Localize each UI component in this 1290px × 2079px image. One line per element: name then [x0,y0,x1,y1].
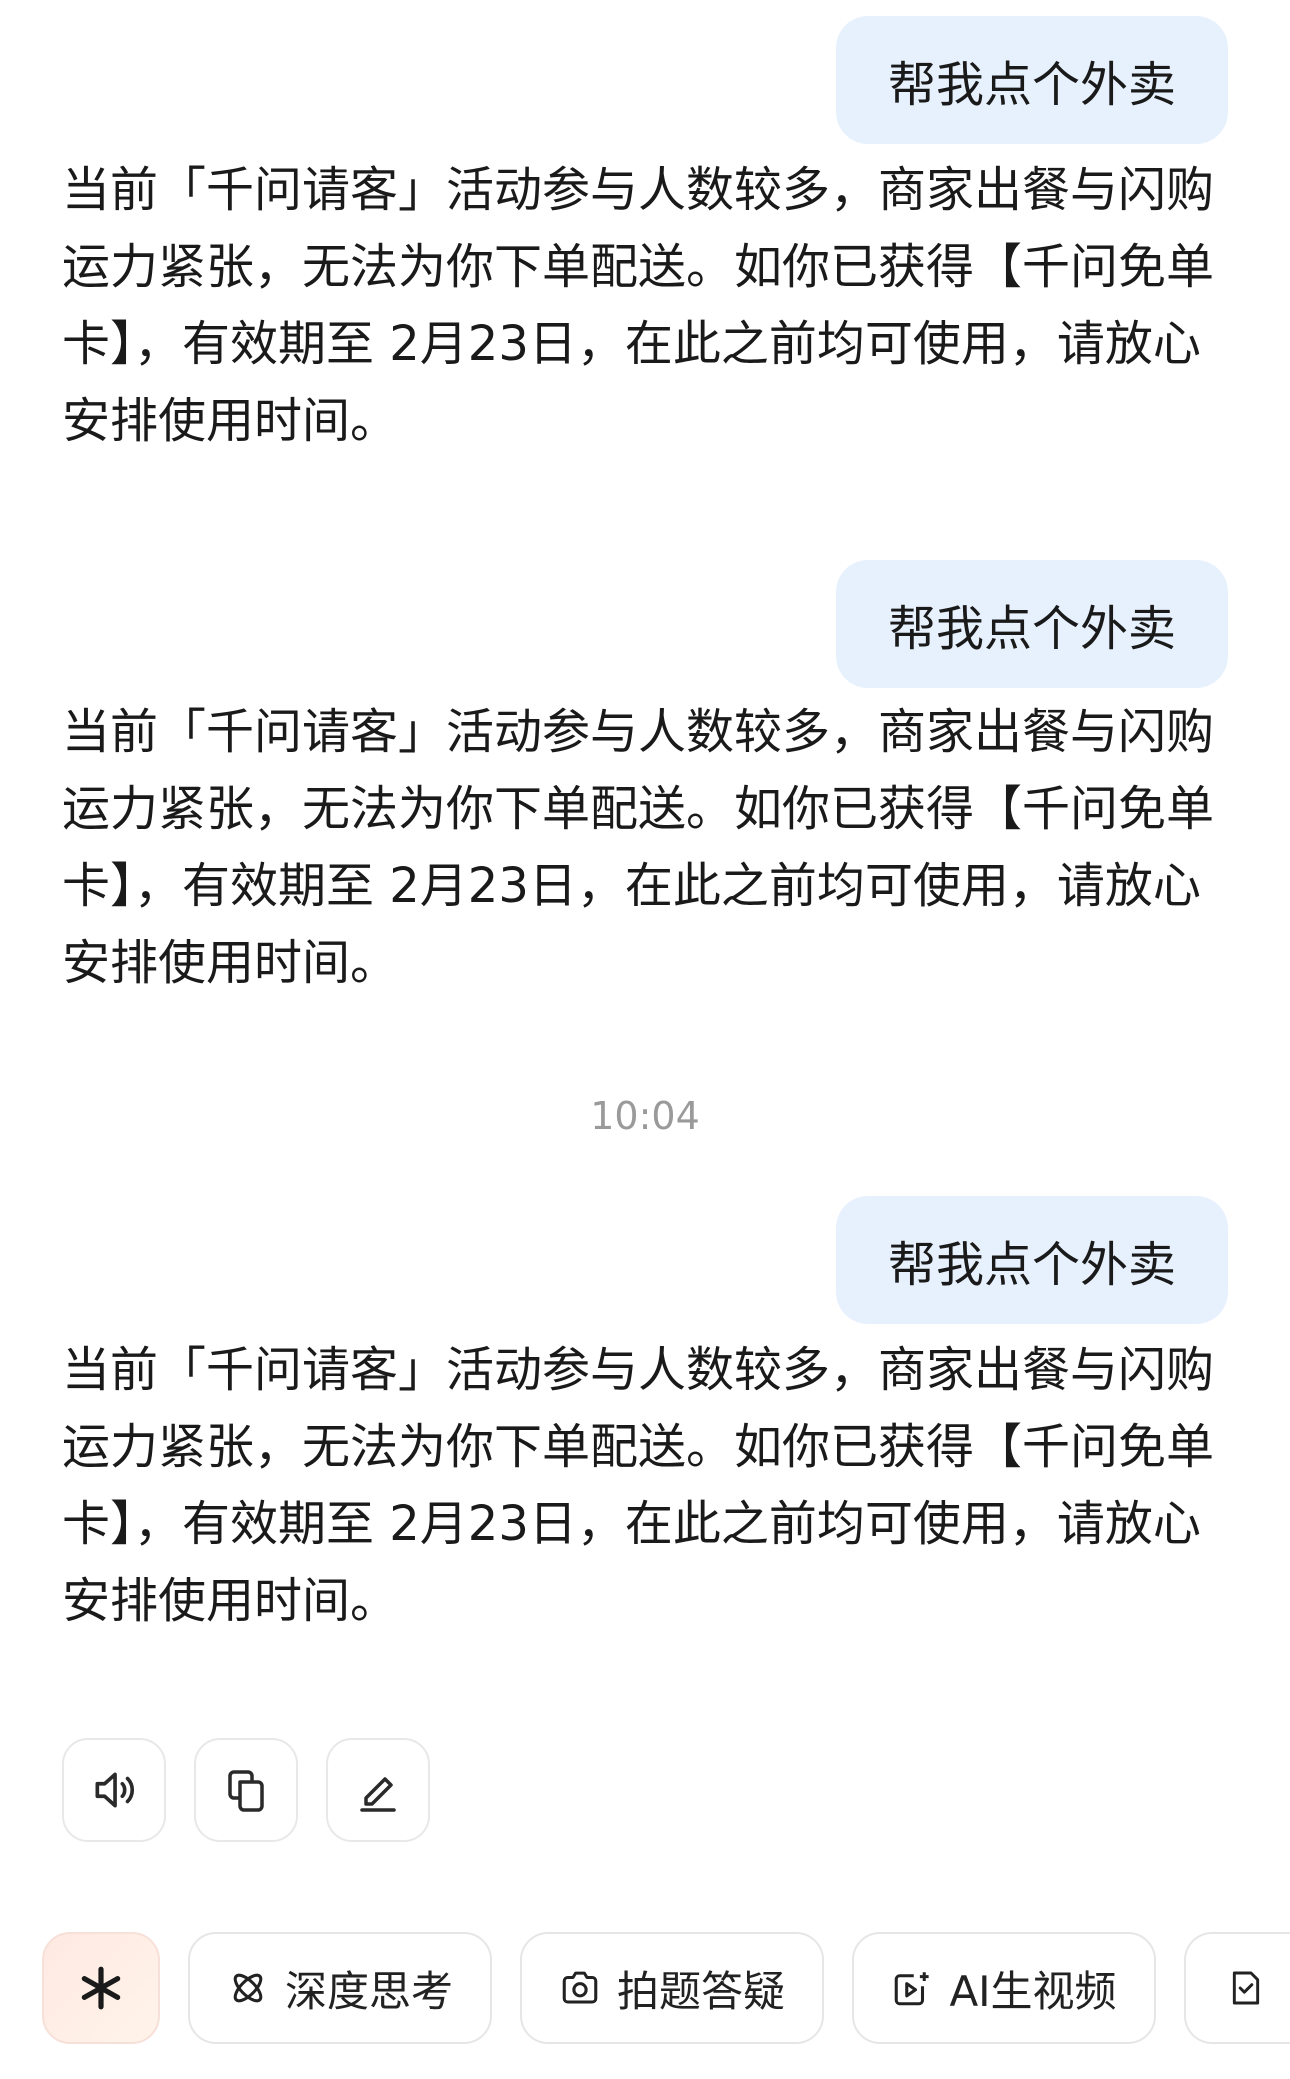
camera-icon [562,1971,598,2004]
deep-think-chip[interactable]: 深度思考 [188,1932,492,2044]
message-timestamp: 10:04 [590,1094,700,1138]
ai-reply-text: 当前「千问请客」活动参与人数较多，商家出餐与闪购运力紧张，无法为你下单配送。如你… [62,1342,1215,1629]
ai-video-chip[interactable]: AI生视频 [852,1932,1156,2044]
user-message-text: 帮我点个外卖 [887,1237,1176,1293]
ai-reply-text: 当前「千问请客」活动参与人数较多，商家出餐与闪购运力紧张，无法为你下单配送。如你… [62,162,1215,449]
speaker-icon [95,1772,135,1808]
more-chip-partial[interactable] [1184,1932,1290,2044]
user-message-bubble[interactable]: 帮我点个外卖 [836,1196,1228,1324]
document-icon [1232,1971,1260,2005]
read-aloud-button[interactable] [62,1738,166,1842]
photo-question-chip[interactable]: 拍题答疑 [520,1932,824,2044]
assistant-logo-button[interactable] [42,1932,160,2044]
copy-button[interactable] [194,1738,298,1842]
user-message-bubble[interactable]: 帮我点个外卖 [836,16,1228,144]
deep-think-icon [233,1973,263,2003]
user-message-bubble[interactable]: 帮我点个外卖 [836,560,1228,688]
chat-screen: 帮我点个外卖 当前「千问请客」活动参与人数较多，商家出餐与闪购运力紧张，无法为你… [0,0,1290,2079]
chip-label: 深度思考 [284,1966,453,2016]
edit-icon [360,1777,396,1812]
spark-logo-icon [81,1966,121,2010]
chip-label: AI生视频 [949,1966,1117,2016]
user-message-text: 帮我点个外卖 [887,601,1176,657]
chip-label: 拍题答疑 [616,1966,785,2016]
ai-reply-text: 当前「千问请客」活动参与人数较多，商家出餐与闪购运力紧张，无法为你下单配送。如你… [62,704,1215,991]
edit-button[interactable] [326,1738,430,1842]
copy-icon [228,1770,264,1812]
video-icon [895,1972,930,2006]
user-message-text: 帮我点个外卖 [887,57,1176,113]
